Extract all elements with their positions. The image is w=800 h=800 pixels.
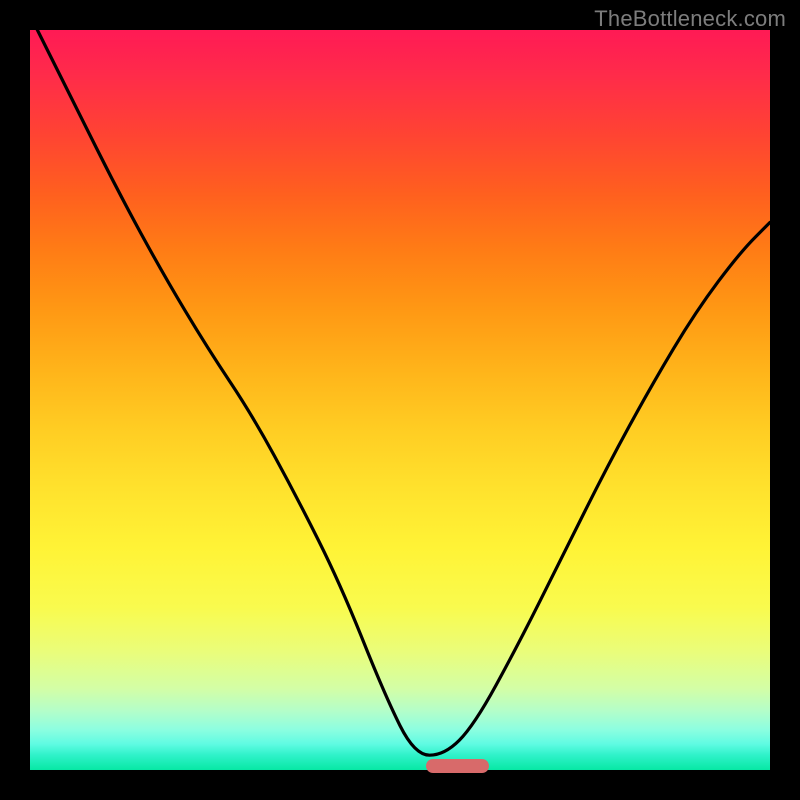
bottleneck-curve — [30, 30, 770, 770]
watermark-text: TheBottleneck.com — [594, 6, 786, 32]
optimal-range-marker — [426, 759, 489, 773]
plot-area — [30, 30, 770, 770]
curve-path — [30, 30, 770, 755]
chart-frame: TheBottleneck.com — [0, 0, 800, 800]
